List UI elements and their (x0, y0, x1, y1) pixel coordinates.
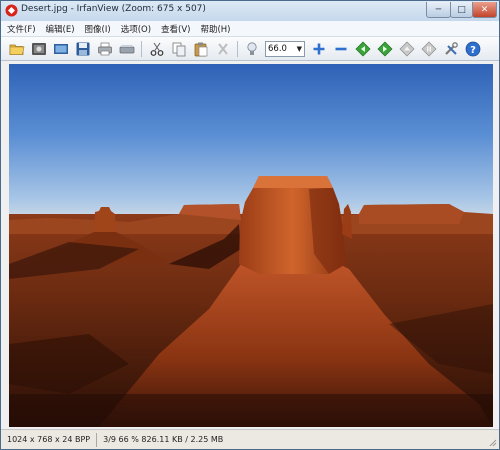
next-icon[interactable] (377, 41, 393, 57)
toolbar: 66.0 ▼ ? (1, 37, 499, 61)
save-icon[interactable] (75, 41, 91, 57)
window-title: Desert.jpg - IrfanView (Zoom: 675 x 507) (21, 4, 206, 14)
toolbar-separator (141, 41, 142, 57)
zoom-value: 66.0 (268, 44, 287, 54)
help-icon[interactable]: ? (465, 41, 481, 57)
print-icon[interactable] (97, 41, 113, 57)
status-info: 3/9 66 % 826.11 KB / 2.25 MB (103, 434, 224, 444)
tools-icon[interactable] (443, 41, 459, 57)
delete-icon[interactable] (215, 41, 231, 57)
desert-image (9, 64, 493, 427)
status-dimensions: 1024 x 768 x 24 BPP (1, 432, 98, 447)
up-arrow-icon[interactable] (399, 41, 415, 57)
title-bar[interactable]: Desert.jpg - IrfanView (Zoom: 675 x 507)… (1, 1, 499, 21)
zoom-in-icon[interactable] (311, 41, 327, 57)
chevron-down-icon[interactable]: ▼ (297, 42, 302, 56)
zoom-combobox[interactable]: 66.0 ▼ (265, 41, 305, 57)
paste-icon[interactable] (193, 41, 209, 57)
menu-options[interactable]: 选项(O) (121, 23, 151, 35)
menu-file[interactable]: 文件(F) (7, 23, 36, 35)
irfanview-app-icon[interactable] (5, 4, 18, 17)
menu-help[interactable]: 帮助(H) (200, 23, 230, 35)
resize-grip-icon[interactable] (487, 437, 497, 447)
cut-icon[interactable] (149, 41, 165, 57)
image-canvas[interactable] (9, 64, 493, 427)
zoom-out-icon[interactable] (333, 41, 349, 57)
minimize-button[interactable]: ─ (426, 2, 451, 18)
copy-icon[interactable] (171, 41, 187, 57)
slideshow-icon[interactable] (31, 41, 47, 57)
menu-bar: 文件(F) 编辑(E) 图像(I) 选项(O) 查看(V) 帮助(H) (1, 21, 499, 37)
menu-edit[interactable]: 编辑(E) (46, 23, 75, 35)
svg-text:?: ? (470, 45, 476, 56)
irfanview-window: Desert.jpg - IrfanView (Zoom: 675 x 507)… (0, 0, 500, 450)
status-bar: 1024 x 768 x 24 BPP 3/9 66 % 826.11 KB /… (1, 429, 499, 449)
scanner-icon[interactable] (119, 41, 135, 57)
close-button[interactable]: ✕ (472, 2, 497, 18)
thumbnails-icon[interactable] (53, 41, 69, 57)
menu-view[interactable]: 查看(V) (161, 23, 190, 35)
previous-icon[interactable] (355, 41, 371, 57)
toolbar-separator (237, 41, 238, 57)
pause-icon[interactable] (421, 41, 437, 57)
maximize-button[interactable]: □ (450, 2, 473, 18)
bulb-icon[interactable] (244, 41, 260, 57)
menu-image[interactable]: 图像(I) (85, 23, 111, 35)
open-folder-icon[interactable] (9, 41, 25, 57)
